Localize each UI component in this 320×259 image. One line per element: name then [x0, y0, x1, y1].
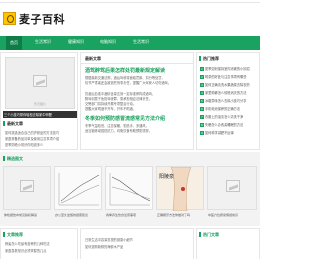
nav-item-home[interactable]: 首页 — [6, 36, 22, 50]
section-marker — [3, 232, 5, 237]
list-item[interactable]: 如何挑选适合自己的护肤品的方法技巧 — [5, 130, 75, 135]
thumb-card[interactable] — [54, 166, 102, 210]
middle-panel-title: 最新文章 — [85, 56, 101, 61]
image-caption: 暂无图片 — [33, 102, 46, 106]
nav-item-computer[interactable]: 电脑知识 — [100, 39, 116, 45]
divider — [81, 63, 193, 64]
chart-thumbnail — [58, 173, 100, 206]
rank-badge: 7 — [200, 115, 204, 119]
ranked-item[interactable]: 7 衣服上的油渍怎么清洗干净 — [200, 114, 259, 119]
chart-thumbnail — [109, 173, 151, 206]
right-panel: 热门推荐 1 夏季如何保持室内凉爽的小妙招 2 喝茶的好处与注意事项有哪些 3 如何正… — [196, 52, 260, 150]
list-item[interactable]: 蜂蜜怎么吃最有营养的几种吃法 — [5, 241, 75, 246]
image-placeholder-icon — [33, 74, 47, 87]
thumb-card[interactable] — [105, 166, 153, 210]
rank-badge: 6 — [200, 107, 204, 111]
ranked-item[interactable]: 2 喝茶的好处与注意事项有哪些 — [200, 74, 259, 79]
thumb-caption[interactable]: 体检报告中常见指标解读 — [4, 213, 50, 217]
main-nav: 首页 生活常识 健康知识 电脑知识 生活常识 — [0, 36, 260, 50]
summary-line: 情节严重者还会被追究刑事责任，提醒广大驾驶人切勿酒驾。 — [85, 81, 172, 85]
rank-badge: 9 — [200, 131, 204, 135]
thumb-image — [14, 175, 40, 199]
nav-item-health[interactable]: 健康知识 — [68, 39, 84, 45]
thumb-card[interactable] — [207, 166, 257, 210]
ranked-item[interactable]: 5 冰箱异味怎么去除小技巧分享 — [200, 98, 259, 103]
rank-badge: 1 — [200, 67, 204, 71]
section-marker — [3, 156, 5, 161]
ranked-item[interactable]: 8 失眠怎么办改善睡眠的方法 — [200, 122, 259, 127]
site-header: 麦子百科 — [0, 3, 260, 33]
bottom-middle-panel: 日常生活中容易忽视的健康小细节 如何选购新鲜的海鲜水产品 — [80, 228, 194, 259]
image-placeholder-icon — [20, 179, 34, 192]
rank-badge: 4 — [200, 91, 204, 95]
acupoint-label: 阳陵泉 — [159, 174, 175, 180]
bottom-right-title: 热门文章 — [203, 232, 219, 237]
summary-line: 提醒大家喝酒不开车，开车不喝酒。 — [85, 107, 136, 111]
headline-link[interactable]: 酒驾醉驾后果怎样处罚最新规定解读 — [85, 67, 191, 74]
ranked-item[interactable]: 6 手机电池保养的正确方法 — [200, 106, 259, 111]
rank-badge: 5 — [200, 99, 204, 103]
rank-badge: 2 — [200, 75, 204, 79]
list-item[interactable]: 家庭急救常识必须掌握的几点 — [5, 248, 75, 253]
list-item[interactable]: 如何选购新鲜的海鲜水产品 — [85, 244, 191, 249]
featured-title: 精选图文 — [7, 156, 23, 161]
logo-icon[interactable] — [3, 12, 16, 25]
list-item[interactable]: 夏季防晒小常识你知道多少 — [5, 142, 75, 147]
bottom-left-panel: 文章推荐 蜂蜜怎么吃最有营养的几种吃法 家庭急救常识必须掌握的几点 — [0, 228, 78, 259]
ranked-item[interactable]: 9 如何科学减肥不反弹 — [200, 130, 259, 135]
rank-badge: 3 — [200, 83, 204, 87]
nav-item-life[interactable]: 生活常识 — [35, 39, 51, 45]
left-panel-title: 最新文章 — [7, 121, 23, 126]
ranked-item[interactable]: 4 家里蟑螂怎么彻底消灭的方法 — [200, 90, 259, 95]
placeholder-image[interactable]: 暂无图片 — [5, 57, 75, 109]
thumb-card[interactable] — [3, 166, 51, 210]
section-marker — [199, 232, 201, 237]
thumb-image — [220, 175, 246, 199]
thumb-caption[interactable]: 中医穴位按摩保健常识 — [208, 213, 256, 217]
bottom-right-panel: 热门文章 — [196, 228, 260, 259]
image-overlay-title[interactable]: 三个小技巧帮你轻松去除家中甲醛 — [3, 111, 77, 118]
right-panel-title: 热门推荐 — [203, 56, 219, 61]
site-logo-text[interactable]: 麦子百科 — [19, 11, 65, 27]
rank-badge: 8 — [200, 123, 204, 127]
left-panel: 暂无图片 三个小技巧帮你轻松去除家中甲醛 最新文章 如何挑选适合自己的护肤品的方… — [0, 52, 78, 150]
thumb-caption[interactable]: 春季养生饮食注意事项 — [106, 213, 152, 217]
headline-link[interactable]: 冬季如何预防感冒流感常见方法介绍 — [85, 115, 191, 122]
image-placeholder-icon — [226, 179, 240, 192]
list-item[interactable]: 日常生活中容易忽视的健康小细节 — [85, 237, 191, 242]
ranked-item[interactable]: 1 夏季如何保持室内凉爽的小妙招 — [200, 66, 259, 71]
summary-line: 适当锻炼增强抵抗力，均衡饮食有助预防感冒。 — [85, 129, 152, 133]
thumb-caption[interactable]: 办公室久坐族的健康建议 — [55, 213, 101, 217]
ranked-item[interactable]: 3 如何正确清洗水果蔬菜去除农药 — [200, 82, 259, 87]
bottom-left-title: 文章推荐 — [7, 232, 23, 237]
thumb-caption[interactable]: 正确刷牙方法你做对了吗 — [157, 213, 203, 217]
section-marker — [3, 121, 5, 126]
nav-item-life-2[interactable]: 生活常识 — [133, 39, 149, 45]
middle-panel: 最新文章 酒驾醉驾后果怎样处罚最新规定解读 根据最新交通法规，酒后驾驶将面临罚款… — [80, 52, 194, 150]
featured-section: 精选图文 阳陵泉 体检报告中常见指标解读 办公室久坐族的健康建议 春季养生饮食注… — [0, 152, 260, 226]
list-item[interactable]: 家庭常备药品清单及使用注意事项介绍 — [5, 136, 75, 141]
thumb-card[interactable]: 阳陵泉 — [156, 166, 204, 212]
section-marker — [199, 56, 201, 61]
